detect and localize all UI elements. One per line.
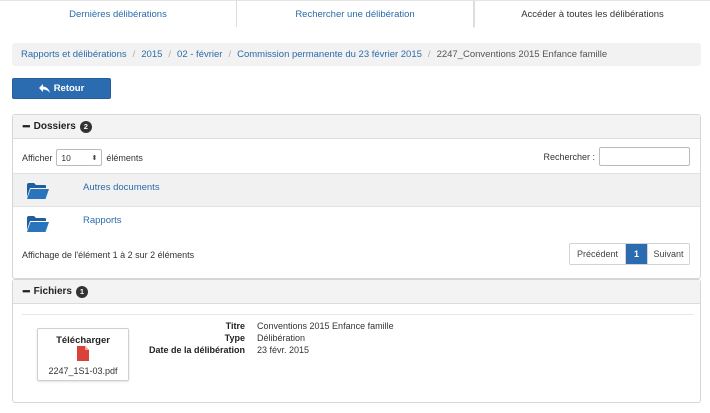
back-button-label: Retour [53,83,85,94]
dossiers-panel-header[interactable]: ━ Dossiers 2 [13,115,700,139]
show-suffix-label: éléments [106,152,143,163]
breadcrumb-item-rapports[interactable]: Rapports et délibérations [21,49,127,60]
breadcrumb-current: 2247_Conventions 2015 Enfance famille [436,49,608,60]
folder-link-autres-documents[interactable]: Autres documents [83,182,160,193]
tab-bar: Dernières délibérations Rechercher une d… [0,0,710,28]
back-button[interactable]: Retour [12,78,111,99]
fichiers-panel: ━ Fichiers 1 Télécharger 2247_1S1-03.pdf… [12,279,701,403]
folder-icon [27,183,49,202]
search-control: Rechercher : [543,147,690,166]
meta-label-type: Type [224,333,245,343]
meta-label-titre: Titre [225,321,245,331]
breadcrumb-separator: / [427,49,431,60]
collapse-icon[interactable]: ━ [23,285,30,298]
folder-link-rapports[interactable]: Rapports [83,215,122,226]
list-item[interactable]: Autres documents [13,173,700,207]
breadcrumb-separator: / [168,49,172,60]
page-size-control: Afficher 10 ⬍ éléments [22,149,143,166]
search-input[interactable] [599,147,690,166]
file-meta-values: Conventions 2015 Enfance famille Délibér… [257,320,394,356]
breadcrumb-separator: / [132,49,136,60]
breadcrumb-item-month[interactable]: 02 - février [177,49,222,60]
fichiers-panel-header[interactable]: ━ Fichiers 1 [13,280,700,304]
collapse-icon[interactable]: ━ [23,120,30,133]
dossiers-panel: ━ Dossiers 2 Afficher 10 ⬍ éléments Rech… [12,114,701,279]
meta-value-type: Délibération [257,333,306,343]
select-arrows-icon: ⬍ [91,154,98,162]
breadcrumb-item-year[interactable]: 2015 [141,49,162,60]
download-label: Télécharger [56,335,110,346]
meta-value-titre: Conventions 2015 Enfance famille [257,321,394,331]
table-info: Affichage de l'élément 1 à 2 sur 2 éléme… [22,250,195,260]
download-file-card[interactable]: Télécharger 2247_1S1-03.pdf [37,328,129,381]
page-size-value: 10 [61,152,71,163]
meta-value-date: 23 févr. 2015 [257,345,310,355]
breadcrumb-separator: / [228,49,232,60]
breadcrumb-item-commission[interactable]: Commission permanente du 23 février 2015 [237,49,422,60]
page-size-select[interactable]: 10 ⬍ [56,149,103,166]
pdf-file-icon [77,346,89,364]
fichiers-title: Fichiers [33,286,72,297]
pagination: Précédent 1 Suivant [569,243,690,265]
breadcrumb: Rapports et délibérations / 2015 / 02 - … [12,43,701,66]
divider [22,314,693,315]
tab-toutes-deliberations[interactable]: Accéder à toutes les délibérations [474,0,710,28]
folder-icon [27,216,49,235]
dossiers-count-badge: 2 [79,120,92,133]
tab-rechercher-deliberation[interactable]: Rechercher une délibération [237,0,474,27]
pagination-next-button[interactable]: Suivant [647,244,689,264]
fichiers-count-badge: 1 [75,285,88,298]
show-prefix-label: Afficher [22,152,53,163]
file-meta-labels: Titre Type Date de la délibération [147,320,245,356]
pagination-page-1[interactable]: 1 [626,244,647,264]
meta-label-date: Date de la délibération [148,345,245,355]
search-label: Rechercher : [543,151,595,162]
pagination-previous-button[interactable]: Précédent [570,244,626,264]
list-item[interactable]: Rapports [13,207,700,241]
dossiers-title: Dossiers [33,121,76,132]
file-name: 2247_1S1-03.pdf [48,366,118,376]
tab-dernieres-deliberations[interactable]: Dernières délibérations [0,0,237,27]
back-icon [38,84,50,93]
